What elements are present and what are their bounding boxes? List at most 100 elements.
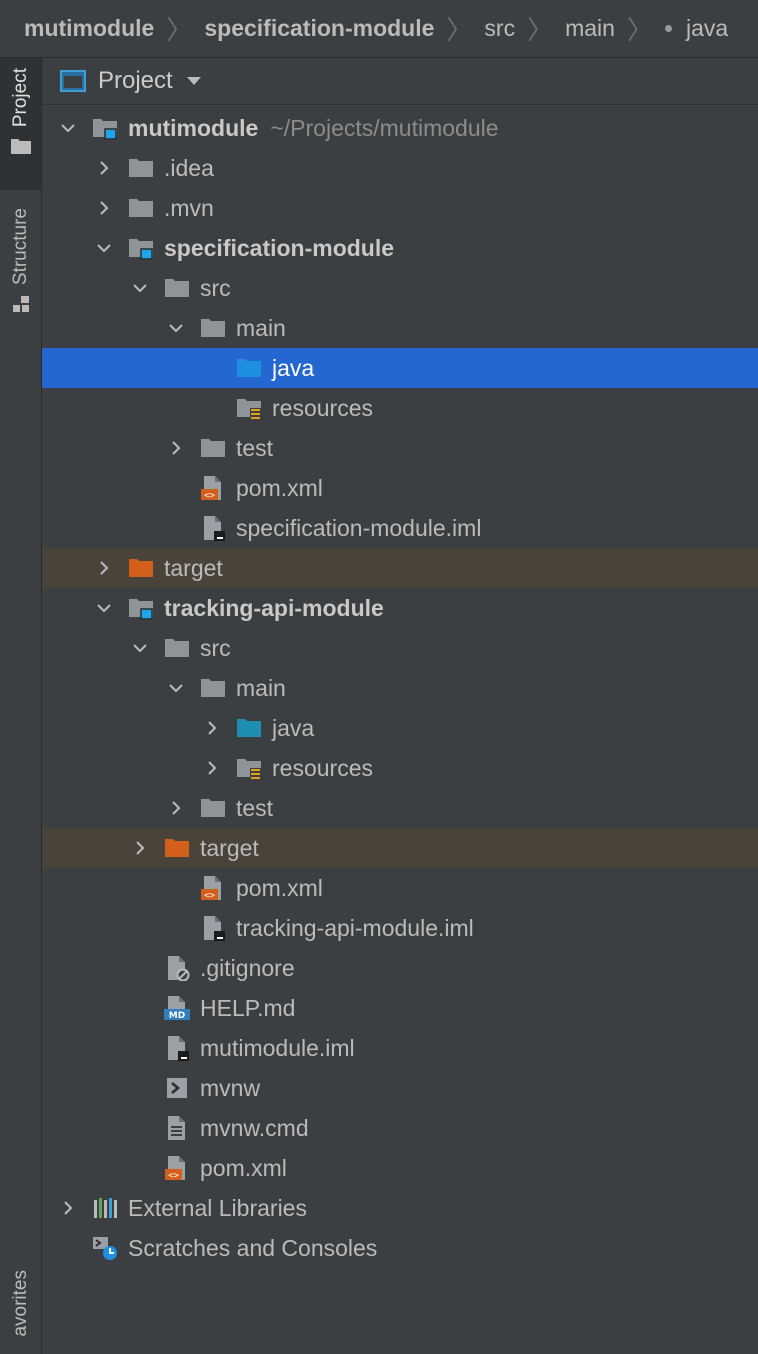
tree-item[interactable]: specification-module bbox=[42, 228, 758, 268]
tree-item-name: test bbox=[236, 794, 274, 821]
tree-item[interactable]: mvnw.cmd bbox=[42, 1108, 758, 1148]
chevron-right-icon[interactable] bbox=[166, 798, 186, 818]
folder-icon bbox=[200, 675, 226, 701]
xml-file-icon: <> bbox=[164, 1155, 190, 1181]
svg-text:<>: <> bbox=[204, 491, 215, 501]
chevron-right-icon[interactable] bbox=[130, 838, 150, 858]
tree-item[interactable]: java bbox=[42, 348, 758, 388]
folder-icon bbox=[200, 435, 226, 461]
tree-item[interactable]: <> pom.xml bbox=[42, 1148, 758, 1188]
tree-item-name: mutimodule bbox=[128, 114, 259, 141]
tree-item-name: main bbox=[236, 674, 286, 701]
left-tool-stripe: Project Structure avorites bbox=[0, 58, 42, 1354]
tool-tab-project-label: Project bbox=[9, 68, 31, 128]
tree-item-name: specification-module bbox=[164, 234, 395, 261]
tree-item-label: specification-module bbox=[164, 235, 394, 262]
tree-item-label: .idea bbox=[164, 155, 214, 182]
package-dot-icon bbox=[664, 25, 672, 32]
tree-item-label: target bbox=[164, 555, 223, 582]
tool-tab-project[interactable]: Project bbox=[0, 58, 41, 190]
project-view-selector[interactable]: Project bbox=[42, 58, 758, 105]
module-folder-icon bbox=[128, 595, 154, 621]
tree-item-label: test bbox=[236, 435, 273, 462]
chevron-right-icon[interactable] bbox=[94, 198, 114, 218]
tree-item[interactable]: test bbox=[42, 428, 758, 468]
tree-item-label: main bbox=[236, 315, 286, 342]
chevron-down-icon[interactable] bbox=[94, 598, 114, 618]
markdown-file-icon: MD bbox=[164, 995, 190, 1021]
project-view-icon bbox=[60, 70, 86, 92]
tree-item-name: specification-module.iml bbox=[236, 514, 482, 541]
folder-icon bbox=[164, 275, 190, 301]
breadcrumb-separator-icon: 〉 bbox=[626, 15, 653, 45]
tree-item[interactable]: src bbox=[42, 628, 758, 668]
tool-tab-structure[interactable]: Structure bbox=[0, 208, 41, 358]
chevron-right-icon[interactable] bbox=[94, 558, 114, 578]
breadcrumb-item[interactable]: mutimodule bbox=[24, 15, 154, 42]
tree-item-name: Scratches and Consoles bbox=[128, 1234, 378, 1261]
tree-item[interactable]: java bbox=[42, 708, 758, 748]
tree-item[interactable]: resources bbox=[42, 388, 758, 428]
tree-item[interactable]: target bbox=[42, 828, 758, 868]
chevron-down-icon[interactable] bbox=[166, 678, 186, 698]
chevron-down-icon[interactable] bbox=[130, 638, 150, 658]
project-panel: Project mutimodule ~/Projects/mutimodule.… bbox=[42, 58, 758, 1354]
tree-item-label: src bbox=[200, 275, 231, 302]
panel-title: Project bbox=[98, 67, 173, 94]
chevron-right-icon[interactable] bbox=[94, 158, 114, 178]
resources-folder-icon bbox=[236, 395, 262, 421]
tree-item[interactable]: .mvn bbox=[42, 188, 758, 228]
source-folder-icon bbox=[236, 715, 262, 741]
tree-item-name: HELP.md bbox=[200, 994, 296, 1021]
chevron-down-icon[interactable] bbox=[166, 318, 186, 338]
tree-item-name: .mvn bbox=[164, 194, 214, 221]
tree-item-name: pom.xml bbox=[200, 1154, 287, 1181]
chevron-right-icon[interactable] bbox=[58, 1198, 78, 1218]
tree-item[interactable]: <> pom.xml bbox=[42, 468, 758, 508]
tree-item-label: main bbox=[236, 675, 286, 702]
chevron-down-icon[interactable] bbox=[94, 238, 114, 258]
folder-icon bbox=[164, 635, 190, 661]
tree-item-label: pom.xml bbox=[200, 1155, 287, 1182]
breadcrumb-item[interactable]: java bbox=[686, 15, 728, 42]
excluded-folder-icon bbox=[128, 555, 154, 581]
tree-item[interactable]: MD HELP.md bbox=[42, 988, 758, 1028]
tree-item[interactable]: specification-module.iml bbox=[42, 508, 758, 548]
tree-item[interactable]: .idea bbox=[42, 148, 758, 188]
tree-item[interactable]: resources bbox=[42, 748, 758, 788]
tree-item-name: src bbox=[200, 274, 231, 301]
folder-icon bbox=[200, 315, 226, 341]
tree-item-label: External Libraries bbox=[128, 1195, 307, 1222]
tree-item-label: mvnw.cmd bbox=[200, 1115, 309, 1142]
tree-item[interactable]: main bbox=[42, 308, 758, 348]
source-folder-icon bbox=[236, 355, 262, 381]
chevron-right-icon[interactable] bbox=[202, 758, 222, 778]
tree-item[interactable]: <> pom.xml bbox=[42, 868, 758, 908]
tree-item[interactable]: Scratches and Consoles bbox=[42, 1228, 758, 1268]
tree-item[interactable]: mvnw bbox=[42, 1068, 758, 1108]
breadcrumb-item[interactable]: src bbox=[484, 15, 515, 42]
tree-item-name: java bbox=[272, 714, 315, 741]
chevron-down-icon[interactable] bbox=[58, 118, 78, 138]
tree-item-name: src bbox=[200, 634, 231, 661]
tree-item[interactable]: mutimodule.iml bbox=[42, 1028, 758, 1068]
tool-tab-favorites[interactable]: avorites bbox=[0, 1270, 41, 1354]
tree-item-label: specification-module.iml bbox=[236, 515, 481, 542]
chevron-down-icon[interactable] bbox=[130, 278, 150, 298]
chevron-right-icon[interactable] bbox=[202, 718, 222, 738]
svg-text:MD: MD bbox=[169, 1011, 185, 1021]
tree-item-label: java bbox=[272, 715, 314, 742]
tree-item-label: java bbox=[272, 355, 314, 382]
tree-item[interactable]: src bbox=[42, 268, 758, 308]
chevron-right-icon[interactable] bbox=[166, 438, 186, 458]
tree-item[interactable]: .gitignore bbox=[42, 948, 758, 988]
tree-item[interactable]: main bbox=[42, 668, 758, 708]
tree-item[interactable]: target bbox=[42, 548, 758, 588]
tree-item[interactable]: mutimodule ~/Projects/mutimodule bbox=[42, 108, 758, 148]
tree-item[interactable]: tracking-api-module.iml bbox=[42, 908, 758, 948]
breadcrumb-item[interactable]: specification-module bbox=[204, 15, 434, 42]
tree-item[interactable]: External Libraries bbox=[42, 1188, 758, 1228]
breadcrumb-item[interactable]: main bbox=[565, 15, 615, 42]
tree-item[interactable]: tracking-api-module bbox=[42, 588, 758, 628]
tree-item[interactable]: test bbox=[42, 788, 758, 828]
